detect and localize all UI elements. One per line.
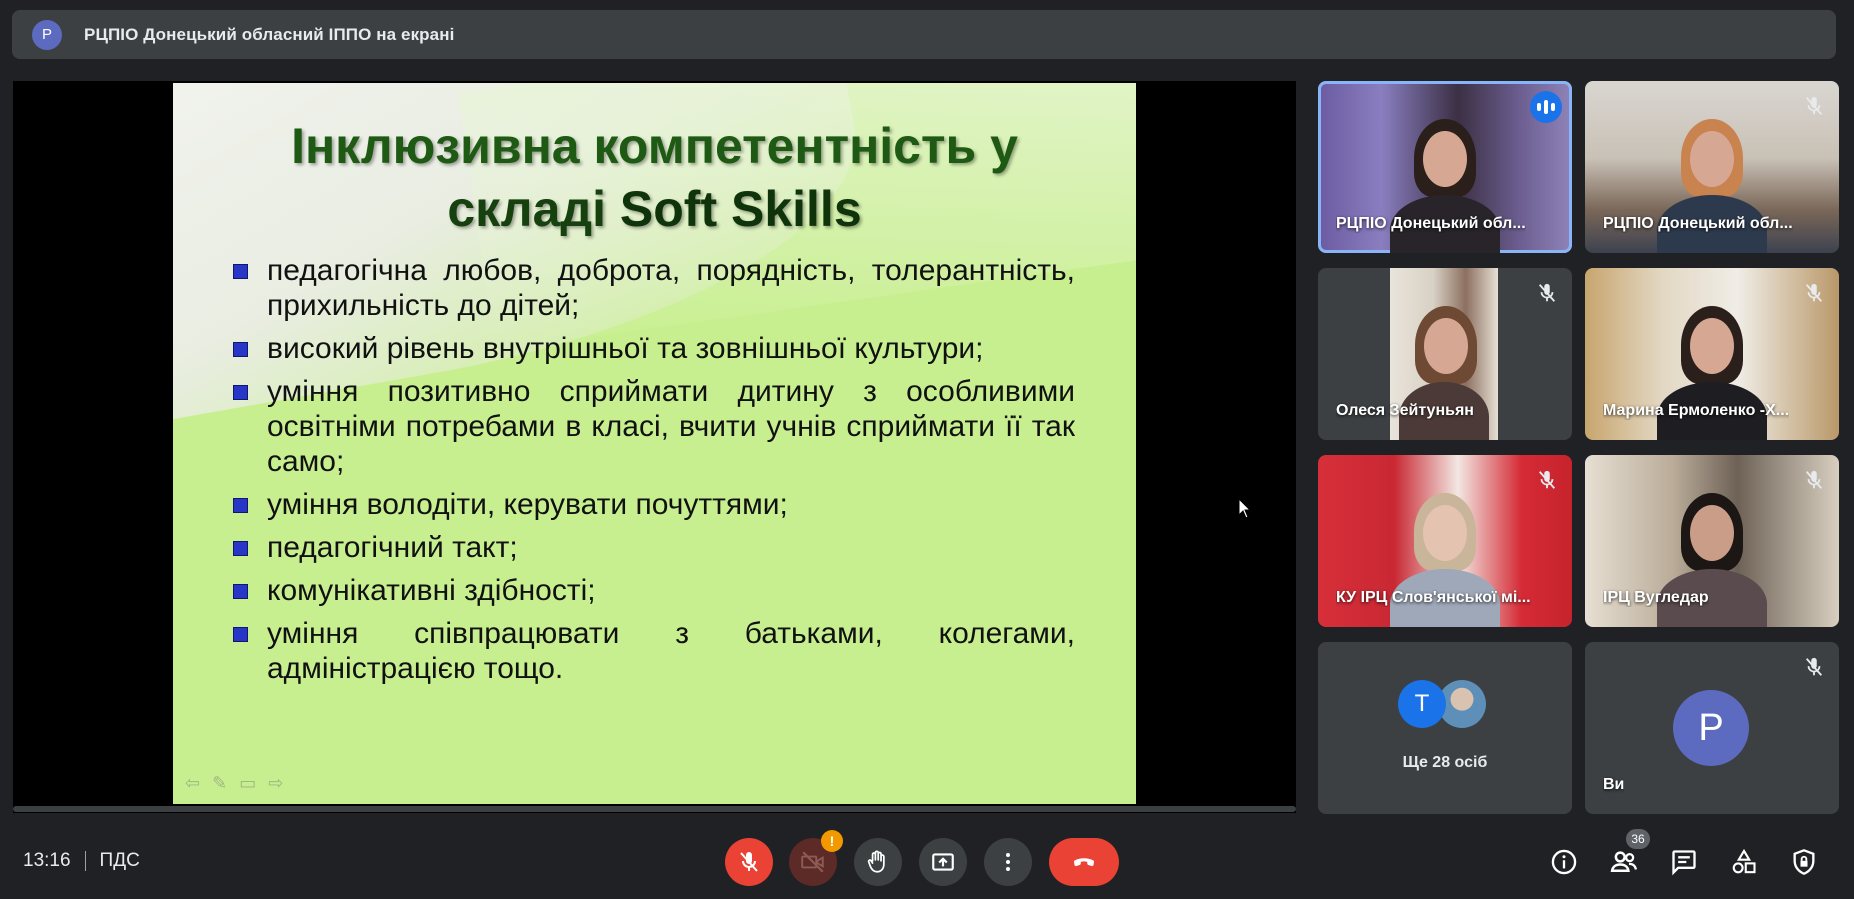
participant-tile[interactable]: КУ ІРЦ Слов'янської мі... <box>1318 455 1572 627</box>
participant-name: Олеся Зейтуньян <box>1336 402 1474 419</box>
more-participants-tile[interactable]: T Ще 28 осіб <box>1318 642 1572 814</box>
bullet-square-icon <box>233 498 248 513</box>
slide-nav-controls: ⇦ ✎ ▭ ⇨ <box>185 773 283 794</box>
mic-off-icon <box>1801 280 1827 306</box>
raise-hand-button[interactable] <box>854 838 902 886</box>
participant-tile[interactable]: ІРЦ Вугледар <box>1585 455 1839 627</box>
mouse-cursor-icon <box>1238 498 1252 519</box>
slide-pen-icon[interactable]: ✎ <box>212 773 227 794</box>
mic-off-icon <box>740 852 758 872</box>
participant-name: КУ ІРЦ Слов'янської мі... <box>1336 589 1531 606</box>
toggle-mic-button[interactable] <box>725 838 773 886</box>
host-controls-button[interactable] <box>1786 844 1822 880</box>
hang-up-icon <box>1073 858 1095 867</box>
participant-tile[interactable]: Марина Ермоленко -Х... <box>1585 268 1839 440</box>
mic-off-icon <box>1534 467 1560 493</box>
self-tile[interactable]: Р Ви <box>1585 642 1839 814</box>
speaking-indicator-icon <box>1530 91 1562 123</box>
chat-icon <box>1672 850 1696 876</box>
people-icon <box>1610 851 1637 872</box>
toggle-camera-button[interactable]: ! <box>789 830 843 886</box>
presenting-banner-text: РЦПІО Донецький обласний ІППО на екрані <box>84 24 455 44</box>
participant-tile[interactable]: Олеся Зейтуньян <box>1318 268 1572 440</box>
bullet-square-icon <box>233 627 248 642</box>
more-options-icon <box>1006 853 1010 871</box>
divider <box>84 851 86 871</box>
chat-button[interactable] <box>1666 844 1702 880</box>
present-icon <box>932 853 954 871</box>
bullet-square-icon <box>233 342 248 357</box>
slide-bullet-text: уміння позитивно сприймати дитину з особ… <box>267 375 1075 478</box>
meeting-code: ПДС <box>99 850 140 871</box>
slide-title-prefix: складі <box>447 181 620 237</box>
more-options-button[interactable] <box>984 838 1032 886</box>
presentation-stage[interactable]: Інклюзивна компетентність у складі Soft … <box>13 81 1296 813</box>
slide-next-icon[interactable]: ⇨ <box>268 773 283 794</box>
slide-prev-icon[interactable]: ⇦ <box>185 773 200 794</box>
mic-off-icon <box>1801 467 1827 493</box>
host-controls-icon <box>1793 849 1815 875</box>
bullet-square-icon <box>233 584 248 599</box>
slide-title-line1: Інклюзивна компетентність у <box>291 118 1018 174</box>
more-participants-label: Ще 28 осіб <box>1402 754 1488 771</box>
slide-bullet: уміння співпрацювати з батьками, колегам… <box>233 616 1075 686</box>
participant-name: Марина Ермоленко -Х... <box>1603 402 1790 419</box>
meeting-info: 13:16 ПДС <box>23 850 140 872</box>
mic-off-icon <box>1801 654 1827 680</box>
presentation-slide: Інклюзивна компетентність у складі Soft … <box>173 83 1136 804</box>
slide-bullet-list: педагогічна любов, доброта, порядність, … <box>233 253 1075 694</box>
slide-title-line2: складі Soft Skills <box>173 178 1136 241</box>
slide-bullet: комунікативні здібності; <box>233 573 1075 608</box>
slide-bullet-text: уміння володіти, керувати почуттями; <box>267 488 788 521</box>
slide-bullet: педагогічний такт; <box>233 530 1075 565</box>
participant-avatar: T <box>1398 680 1446 728</box>
activities-button[interactable] <box>1726 844 1762 880</box>
present-now-button[interactable] <box>919 838 967 886</box>
slide-bullet-text: уміння співпрацювати з батьками, колегам… <box>267 617 1075 685</box>
meeting-details-button[interactable] <box>1546 844 1582 880</box>
raise-hand-icon <box>867 850 885 873</box>
stage-divider <box>13 806 1296 812</box>
bullet-square-icon <box>233 264 248 279</box>
slide-bullet: уміння володіти, керувати почуттями; <box>233 487 1075 522</box>
slide-title-bold: Soft Skills <box>619 181 862 237</box>
camera-off-icon <box>801 851 824 873</box>
participant-name: ІРЦ Вугледар <box>1603 589 1709 606</box>
participant-tile[interactable]: РЦПІО Донецький обл... <box>1585 81 1839 253</box>
participant-name: РЦПІО Донецький обл... <box>1603 215 1793 232</box>
bullet-square-icon <box>233 385 248 400</box>
more-participants-avatars: T <box>1398 680 1486 728</box>
slide-bullet-text: комунікативні здібності; <box>267 574 596 607</box>
camera-warning-badge: ! <box>821 830 843 852</box>
mic-off-icon <box>1801 93 1827 119</box>
show-everyone-button[interactable]: 36 <box>1606 829 1650 880</box>
mic-off-icon <box>1534 280 1560 306</box>
bullet-square-icon <box>233 541 248 556</box>
participant-tile[interactable]: РЦПІО Донецький обл... <box>1318 81 1572 253</box>
participant-name: Ви <box>1603 776 1625 793</box>
slide-bullet-text: високий рівень внутрішньої та зовнішньої… <box>267 332 984 365</box>
slide-bullet-text: педагогічний такт; <box>267 531 518 564</box>
presenter-avatar: Р <box>32 19 62 50</box>
presenting-banner: Р РЦПІО Донецький обласний ІППО на екран… <box>12 10 1836 59</box>
slide-bullet: педагогічна любов, доброта, порядність, … <box>233 253 1075 323</box>
self-avatar: Р <box>1673 690 1749 766</box>
participant-name: РЦПІО Донецький обл... <box>1336 215 1526 232</box>
slide-menu-icon[interactable]: ▭ <box>239 773 256 794</box>
info-icon <box>1551 849 1577 875</box>
slide-bullet-text: педагогічна любов, доброта, порядність, … <box>267 254 1075 322</box>
clock-time: 13:16 <box>23 850 71 871</box>
slide-bullet: уміння позитивно сприймати дитину з особ… <box>233 374 1075 479</box>
activities-icon <box>1732 848 1756 874</box>
participants-count-badge: 36 <box>1626 829 1650 849</box>
slide-title: Інклюзивна компетентність у складі Soft … <box>173 115 1136 241</box>
leave-call-button[interactable] <box>1049 838 1119 886</box>
slide-bullet: високий рівень внутрішньої та зовнішньої… <box>233 331 1075 366</box>
